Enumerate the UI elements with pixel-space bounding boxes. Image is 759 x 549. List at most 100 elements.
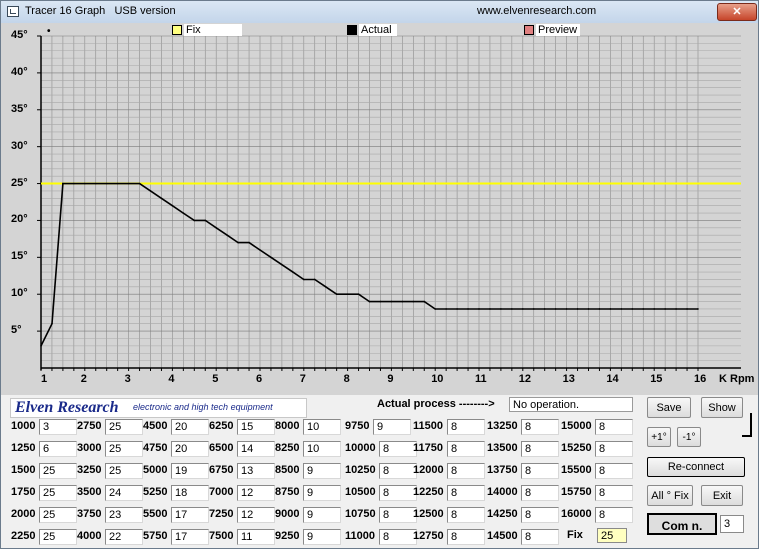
advance-degree-input[interactable]: 8 [379, 529, 417, 545]
advance-degree-input[interactable]: 10 [303, 419, 341, 435]
advance-degree-input[interactable]: 20 [171, 441, 209, 457]
x-tick-label: 15 [650, 373, 663, 385]
advance-degree-input[interactable]: 8 [379, 507, 417, 523]
actual-data-point [598, 308, 601, 310]
y-tick-label: 5° [11, 324, 22, 337]
rpm-label: 1500 [11, 464, 36, 476]
advance-degree-input[interactable]: 9 [303, 463, 341, 479]
plus-one-degree-button[interactable]: +1° [647, 427, 671, 447]
advance-degree-input[interactable]: 15 [237, 419, 275, 435]
advance-degree-input[interactable]: 8 [521, 419, 559, 435]
table-cell: 6750 13 [209, 463, 276, 480]
advance-degree-input[interactable]: 8 [379, 463, 417, 479]
table-cell: 12000 8 [413, 463, 485, 480]
reconnect-button[interactable]: Re-connect [647, 457, 745, 477]
advance-degree-input[interactable]: 25 [39, 463, 77, 479]
advance-degree-input[interactable]: 8 [379, 441, 417, 457]
legend-actual-label: Actual [359, 24, 397, 36]
x-tick-label: 5 [212, 373, 219, 385]
brand-tagline: electronic and high tech equipment [133, 402, 273, 412]
advance-degree-input[interactable]: 8 [595, 441, 633, 457]
advance-degree-input[interactable]: 6 [39, 441, 77, 457]
advance-degree-input[interactable]: 12 [237, 507, 275, 523]
com-port-input[interactable]: 3 [720, 515, 744, 533]
rpm-label: 15500 [561, 464, 592, 476]
advance-degree-input[interactable]: 25 [105, 463, 143, 479]
advance-degree-input[interactable]: 9 [373, 419, 411, 435]
advance-degree-input[interactable]: 8 [521, 485, 559, 501]
advance-degree-input[interactable]: 13 [237, 463, 275, 479]
advance-degree-input[interactable]: 8 [379, 485, 417, 501]
rpm-label: 15250 [561, 442, 592, 454]
advance-degree-input[interactable]: 8 [595, 507, 633, 523]
show-button[interactable]: Show [701, 397, 743, 418]
rpm-label: 10750 [345, 508, 376, 520]
rpm-label: 12250 [413, 486, 444, 498]
advance-degree-input[interactable]: 12 [237, 485, 275, 501]
advance-degree-input[interactable]: 8 [447, 419, 485, 435]
actual-data-point [423, 300, 426, 303]
advance-degree-input[interactable]: 25 [105, 419, 143, 435]
advance-degree-input[interactable]: 8 [521, 507, 559, 523]
table-cell: 9000 9 [275, 507, 342, 524]
advance-degree-input[interactable]: 3 [39, 419, 77, 435]
advance-degree-input[interactable]: 8 [447, 485, 485, 501]
advance-degree-input[interactable]: 14 [237, 441, 275, 457]
advance-degree-input[interactable]: 8 [521, 529, 559, 545]
close-button[interactable]: ✕ [717, 3, 757, 21]
rpm-label: 5500 [143, 508, 168, 520]
advance-degree-input[interactable]: 8 [447, 441, 485, 457]
advance-degree-input[interactable]: 25 [105, 441, 143, 457]
com-port-label: Com n. [647, 513, 717, 535]
advance-degree-input[interactable]: 8 [521, 463, 559, 479]
advance-degree-input[interactable]: 25 [39, 529, 77, 545]
x-tick-label: 14 [606, 373, 619, 385]
advance-degree-input[interactable]: 8 [595, 485, 633, 501]
advance-degree-input[interactable]: 8 [447, 463, 485, 479]
advance-degree-input[interactable]: 25 [39, 507, 77, 523]
advance-degree-input[interactable]: 11 [237, 529, 275, 545]
actual-process-label: Actual process --------> [377, 398, 495, 410]
advance-degree-input[interactable]: 17 [171, 529, 209, 545]
advance-degree-input[interactable]: 18 [171, 485, 209, 501]
legend-actual-swatch [347, 25, 357, 35]
actual-data-point [281, 263, 283, 266]
advance-degree-input[interactable]: 9 [303, 529, 341, 545]
rpm-label: 1750 [11, 486, 36, 498]
minus-one-degree-button[interactable]: -1° [677, 427, 701, 447]
advance-degree-input[interactable]: 10 [303, 441, 341, 457]
actual-data-point [456, 308, 458, 310]
rpm-label: 10500 [345, 486, 376, 498]
rpm-label: 2250 [11, 530, 36, 542]
table-cell: 9250 9 [275, 529, 342, 546]
advance-degree-input[interactable]: 22 [105, 529, 143, 545]
table-cell: 4500 20 [143, 419, 210, 436]
advance-degree-input[interactable]: 24 [105, 485, 143, 501]
advance-degree-input[interactable]: 8 [595, 463, 633, 479]
advance-degree-input[interactable]: 9 [303, 485, 341, 501]
advance-degree-input[interactable]: 17 [171, 507, 209, 523]
table-cell: 10250 8 [345, 463, 417, 480]
advance-degree-input[interactable]: 9 [303, 507, 341, 523]
fix-value-input[interactable]: 25 [597, 528, 627, 543]
table-cell: 6250 15 [209, 419, 276, 436]
brand-name: Elven Research [15, 399, 119, 416]
x-tick-label: 10 [431, 373, 444, 385]
rpm-label: 8750 [275, 486, 300, 498]
advance-degree-input[interactable]: 8 [447, 529, 485, 545]
table-cell: 5000 19 [143, 463, 210, 480]
advance-degree-input[interactable]: 8 [595, 419, 633, 435]
advance-degree-input[interactable]: 20 [171, 419, 209, 435]
advance-degree-input[interactable]: 8 [447, 507, 485, 523]
actual-data-point [292, 271, 294, 273]
advance-degree-input[interactable]: 19 [171, 463, 209, 479]
chart-canvas [37, 35, 741, 371]
table-cell: 10000 8 [345, 441, 417, 458]
advance-degree-input[interactable]: 25 [39, 485, 77, 501]
exit-button[interactable]: Exit [701, 485, 743, 506]
advance-degree-input[interactable]: 23 [105, 507, 143, 523]
advance-degree-input[interactable]: 8 [521, 441, 559, 457]
y-tick-label: 40° [11, 65, 28, 78]
save-button[interactable]: Save [647, 397, 691, 418]
all-fix-button[interactable]: All ° Fix [647, 485, 693, 506]
